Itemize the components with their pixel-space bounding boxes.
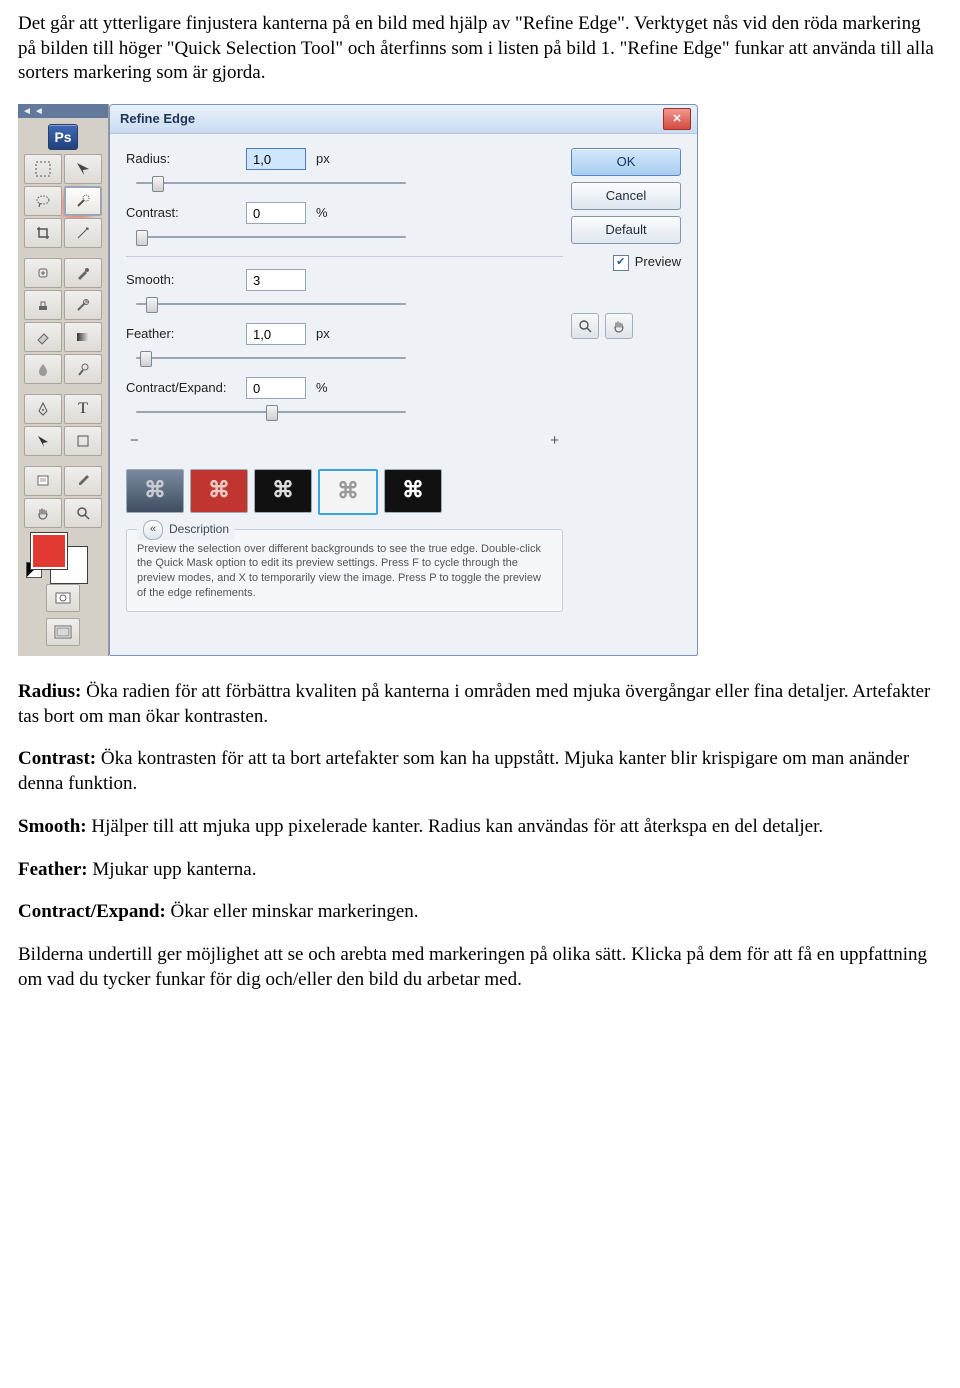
description-toggle-icon[interactable]: «: [143, 520, 163, 540]
type-tool-icon[interactable]: T: [64, 394, 102, 424]
contrast-unit: %: [316, 205, 328, 222]
feather-unit: px: [316, 326, 330, 343]
standard-mode-icon[interactable]: [46, 584, 80, 612]
contract-expand-label: Contract/Expand:: [126, 380, 246, 397]
smooth-paragraph: Smooth: Hjälper till att mjuka upp pixel…: [18, 815, 942, 840]
preview-mask[interactable]: ⌘: [384, 469, 442, 513]
radius-slider[interactable]: [136, 174, 406, 192]
contrast-input[interactable]: [246, 202, 306, 224]
contrast-paragraph: Contrast: Öka kontrasten för att ta bort…: [18, 747, 942, 796]
dialog-title: Refine Edge: [120, 111, 195, 128]
preview-white[interactable]: ⌘: [318, 469, 378, 515]
preview-checkbox-row[interactable]: ✔ Preview: [571, 254, 681, 271]
crop-tool-icon[interactable]: [24, 218, 62, 248]
preview-standard[interactable]: ⌘: [126, 469, 184, 513]
closing-paragraph: Bilderna undertill ger möjlighet att se …: [18, 943, 942, 992]
close-icon: ✕: [672, 112, 681, 126]
radius-input[interactable]: [246, 148, 306, 170]
dodge-tool-icon[interactable]: [64, 354, 102, 384]
contract-expand-slider[interactable]: [136, 403, 406, 421]
smooth-slider[interactable]: [136, 295, 406, 313]
healing-brush-tool-icon[interactable]: [24, 258, 62, 288]
foreground-color-swatch[interactable]: [30, 532, 68, 570]
preview-checkbox-label: Preview: [635, 254, 681, 271]
radius-unit: px: [316, 151, 330, 168]
intro-paragraph: Det går att ytterligare finjustera kante…: [18, 12, 942, 86]
feather-paragraph: Feather: Mjukar upp kanterna.: [18, 858, 942, 883]
contrast-label: Contrast:: [126, 205, 246, 222]
preview-quickmask[interactable]: ⌘: [190, 469, 248, 513]
color-swatches[interactable]: [24, 530, 102, 578]
blur-tool-icon[interactable]: [24, 354, 62, 384]
preview-mode-row: ⌘ ⌘ ⌘ ⌘ ⌘: [126, 469, 563, 515]
default-button[interactable]: Default: [571, 216, 681, 244]
hand-tool-button[interactable]: [605, 313, 633, 339]
plus-label: +: [550, 431, 559, 451]
description-panel: « Description Preview the selection over…: [126, 529, 563, 612]
marquee-tool-icon[interactable]: [24, 154, 62, 184]
feather-input[interactable]: [246, 323, 306, 345]
history-brush-tool-icon[interactable]: [64, 290, 102, 320]
hand-tool-icon[interactable]: [24, 498, 62, 528]
zoom-tool-button[interactable]: [571, 313, 599, 339]
screen-mode-icon[interactable]: [46, 618, 80, 646]
contract-expand-input[interactable]: [246, 377, 306, 399]
notes-tool-icon[interactable]: [24, 466, 62, 496]
cancel-button[interactable]: Cancel: [571, 182, 681, 210]
quick-selection-tool-icon[interactable]: [64, 186, 102, 216]
path-selection-tool-icon[interactable]: [24, 426, 62, 456]
minus-label: −: [130, 431, 139, 451]
smooth-label: Smooth:: [126, 272, 246, 289]
contrast-slider[interactable]: [136, 228, 406, 246]
radius-label: Radius:: [126, 151, 246, 168]
move-tool-icon[interactable]: [64, 154, 102, 184]
panel-collapse-bar[interactable]: ◄◄: [18, 104, 108, 118]
contract-expand-paragraph: Contract/Expand: Ökar eller minskar mark…: [18, 900, 942, 925]
ok-button[interactable]: OK: [571, 148, 681, 176]
feather-slider[interactable]: [136, 349, 406, 367]
refine-edge-dialog: Refine Edge ✕ Radius: px Contrast: %: [109, 104, 698, 656]
eyedropper-tool-icon[interactable]: [64, 466, 102, 496]
toolbox-panel: ◄◄ Ps: [18, 104, 109, 656]
preview-checkbox[interactable]: ✔: [613, 255, 629, 271]
description-heading: Description: [169, 522, 229, 538]
feather-label: Feather:: [126, 326, 246, 343]
embedded-screenshot: ◄◄ Ps: [18, 104, 942, 656]
radius-paragraph: Radius: Öka radien för att förbättra kva…: [18, 680, 942, 729]
ps-logo-icon: Ps: [48, 124, 78, 150]
pen-tool-icon[interactable]: [24, 394, 62, 424]
description-text: Preview the selection over different bac…: [137, 542, 552, 601]
preview-black[interactable]: ⌘: [254, 469, 312, 513]
smooth-input[interactable]: [246, 269, 306, 291]
shape-tool-icon[interactable]: [64, 426, 102, 456]
gradient-tool-icon[interactable]: [64, 322, 102, 352]
close-button[interactable]: ✕: [663, 108, 691, 130]
brush-tool-icon[interactable]: [64, 258, 102, 288]
eraser-tool-icon[interactable]: [24, 322, 62, 352]
contract-expand-unit: %: [316, 380, 328, 397]
clone-stamp-tool-icon[interactable]: [24, 290, 62, 320]
slice-tool-icon[interactable]: [64, 218, 102, 248]
lasso-tool-icon[interactable]: [24, 186, 62, 216]
zoom-tool-icon[interactable]: [64, 498, 102, 528]
